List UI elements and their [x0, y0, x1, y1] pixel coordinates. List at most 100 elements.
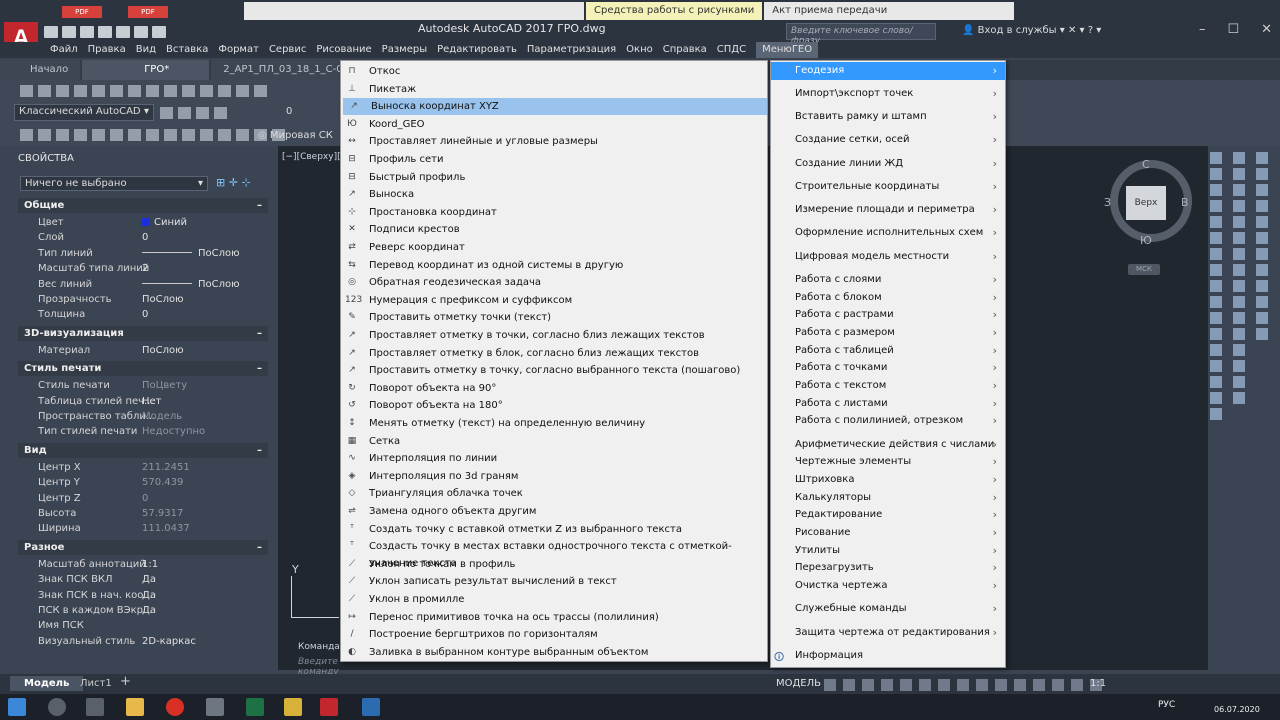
property-row[interactable]: Слой 0	[18, 230, 268, 245]
geodesy-menu-item[interactable]: ⊹ Простановка координат	[341, 204, 767, 221]
aligned-dim-icon[interactable]	[1256, 168, 1268, 180]
property-row[interactable]: Тип стилей печати Недоступно	[18, 424, 268, 439]
property-row[interactable]: Стиль печати ПоЦвету	[18, 378, 268, 393]
property-value[interactable]: 0	[142, 307, 148, 322]
geodesy-menu-item[interactable]: ↗ Выноска	[341, 186, 767, 203]
rectangle-icon[interactable]	[1210, 200, 1222, 212]
grid-icon[interactable]	[824, 679, 836, 691]
osnap-icon[interactable]	[976, 679, 988, 691]
arc-icon[interactable]	[1210, 216, 1222, 228]
arc-dim-icon[interactable]	[1256, 184, 1268, 196]
menu-parametric[interactable]: Параметризация	[527, 42, 626, 58]
erase-icon[interactable]	[1233, 152, 1245, 164]
yandex-browser-icon[interactable]	[166, 698, 184, 716]
jogged-dim-icon[interactable]	[1256, 232, 1268, 244]
property-row[interactable]: Высота 57.9317	[18, 506, 268, 521]
menu-draw[interactable]: Рисование	[316, 42, 381, 58]
menugeo-item[interactable]: Работа с слоями ›	[771, 271, 1005, 289]
menugeo-item[interactable]: Работа с точками ›	[771, 359, 1005, 377]
snap-icon[interactable]	[843, 679, 855, 691]
property-value[interactable]: Нет	[142, 394, 162, 409]
property-row[interactable]: Ширина 111.0437	[18, 521, 268, 536]
geodesy-menu-item[interactable]: ↗ Проставляет отметку в точки, согласно б…	[341, 327, 767, 344]
pdf-tab[interactable]: PDF	[62, 6, 102, 18]
toggle-pickadd-icon[interactable]: ⊹	[241, 176, 250, 189]
save-as-icon[interactable]	[98, 26, 112, 38]
property-row[interactable]: Знак ПСК ВКЛ Да	[18, 572, 268, 587]
menu-file[interactable]: Файл	[50, 42, 88, 58]
file-manager-icon[interactable]	[284, 698, 302, 716]
undo-icon[interactable]	[134, 26, 148, 38]
plot-icon[interactable]	[74, 85, 87, 97]
geodesy-menu-item[interactable]: ◐ Заливка в выбранном контуре выбранным о…	[341, 644, 767, 661]
menugeo-item[interactable]: Вставить рамку и штамп ›	[771, 108, 1005, 126]
property-value[interactable]: Модель	[142, 409, 182, 424]
trim-icon[interactable]	[1233, 296, 1245, 308]
clock-date[interactable]: 06.07.2020	[1214, 705, 1260, 714]
geodesy-menu-item[interactable]: ⊥ Пикетаж	[341, 81, 767, 98]
geodesy-menu-item[interactable]: ↺ Поворот объекта на 180°	[341, 397, 767, 414]
properties-section[interactable]: Вид	[18, 442, 268, 458]
viewcube-top[interactable]: Верх	[1126, 186, 1166, 220]
property-value[interactable]: 0	[142, 491, 148, 506]
property-row[interactable]: Тип линий ПоСлою	[18, 246, 268, 261]
ortho-icon[interactable]	[900, 679, 912, 691]
redo-icon[interactable]	[152, 26, 166, 38]
gradient-icon[interactable]	[1210, 344, 1222, 356]
properties-section[interactable]: 3D-визуализация	[18, 325, 268, 341]
menu-spds[interactable]: СПДС	[717, 42, 756, 58]
dim-icon[interactable]	[182, 129, 195, 141]
menugeo-item[interactable]: Служебные команды ›	[771, 600, 1005, 618]
stretch-icon[interactable]	[1233, 280, 1245, 292]
menugeo-item[interactable]: Работа с листами ›	[771, 395, 1005, 413]
menugeo-item[interactable]: Цифровая модель местности ›	[771, 248, 1005, 266]
acceptance-act-tab[interactable]: Акт приема передачи	[764, 2, 1015, 20]
search-input[interactable]: Введите ключевое слово/фразу	[786, 23, 936, 46]
dim-icon[interactable]	[74, 129, 87, 141]
menu-menugeo[interactable]: МенюГЕО	[756, 42, 819, 58]
redo-icon[interactable]	[218, 85, 231, 97]
property-row[interactable]: Пространство табли... Модель	[18, 409, 268, 424]
save-icon[interactable]	[56, 85, 69, 97]
geodesy-menu-item[interactable]: ↗ Проставляет отметку в блок, согласно бл…	[341, 345, 767, 362]
menugeo-item[interactable]: Калькуляторы ›	[771, 489, 1005, 507]
menugeo-item[interactable]: Создание сетки, осей ›	[771, 131, 1005, 149]
tab-gro[interactable]: ГРО*	[82, 60, 210, 80]
menu-view[interactable]: Вид	[136, 42, 166, 58]
property-value[interactable]: Недоступно	[142, 424, 205, 439]
annotation-icon[interactable]	[1052, 679, 1064, 691]
compass-north[interactable]: С	[1142, 158, 1150, 171]
angular-dim-icon[interactable]	[1256, 264, 1268, 276]
menugeo-item[interactable]: Работа с размером ›	[771, 324, 1005, 342]
tolerance-icon[interactable]	[1256, 328, 1268, 340]
drawing-tools-tab[interactable]: Средства работы с рисунками	[586, 2, 763, 20]
print-icon[interactable]	[116, 26, 130, 38]
menugeo-item[interactable]: Создание линии ЖД ›	[771, 155, 1005, 173]
scale-icon[interactable]	[1233, 264, 1245, 276]
quick-select-icon[interactable]: ⊞	[216, 176, 225, 189]
polygon-icon[interactable]	[1210, 184, 1222, 196]
menugeo-item[interactable]: Арифметические действия с числами ›	[771, 436, 1005, 454]
radius-dim-icon[interactable]	[1256, 216, 1268, 228]
property-row[interactable]: Масштаб аннотаций 1:1	[18, 557, 268, 572]
property-value[interactable]: Синий	[142, 215, 187, 230]
property-value[interactable]: 2	[142, 261, 148, 276]
preview-icon[interactable]	[92, 85, 105, 97]
transparency-icon[interactable]	[1014, 679, 1026, 691]
polyline-icon[interactable]	[1210, 168, 1222, 180]
rotate-icon[interactable]	[1233, 248, 1245, 260]
property-row[interactable]: Имя ПСК	[18, 618, 268, 633]
lineweight-icon[interactable]	[995, 679, 1007, 691]
compass-west[interactable]: З	[1104, 196, 1111, 209]
property-row[interactable]: Вес линий ПоСлою	[18, 277, 268, 292]
geodesy-menu-item[interactable]: ▦ Сетка	[341, 433, 767, 450]
break-icon[interactable]	[1233, 328, 1245, 340]
menugeo-item[interactable]: Измерение площади и периметра ›	[771, 201, 1005, 219]
menugeo-item[interactable]: Рисование ›	[771, 524, 1005, 542]
property-row[interactable]: Прозрачность ПоСлою	[18, 292, 268, 307]
open-icon[interactable]	[38, 85, 51, 97]
menugeo-item[interactable]: Геодезия ›	[771, 62, 1005, 80]
bulb-icon[interactable]	[196, 107, 209, 119]
property-value[interactable]: Да	[142, 588, 156, 603]
property-row[interactable]: Толщина 0	[18, 307, 268, 322]
